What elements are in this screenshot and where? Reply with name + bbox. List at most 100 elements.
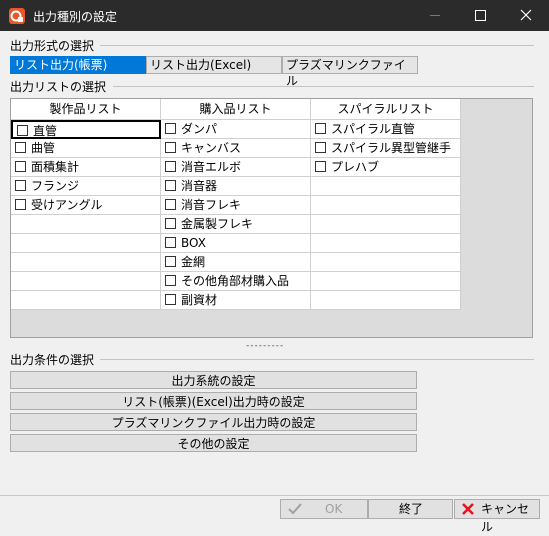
- empty-cell: [11, 215, 161, 234]
- list-item-label: スパイラル異型管継手: [331, 141, 452, 155]
- plasma-link-output-settings-button[interactable]: プラズマリンクファイル出力時の設定: [10, 413, 417, 431]
- list-item[interactable]: BOX: [161, 234, 311, 253]
- checkbox[interactable]: [165, 237, 176, 248]
- checkbox[interactable]: [165, 123, 176, 134]
- maximize-button[interactable]: [457, 0, 503, 31]
- close-button[interactable]: [503, 0, 549, 31]
- window-title: 出力種別の設定: [33, 10, 118, 24]
- checkbox[interactable]: [15, 161, 26, 172]
- empty-cell: [11, 253, 161, 272]
- tab-list-output-report[interactable]: リスト出力(帳票): [10, 56, 146, 74]
- tab-list-output-excel[interactable]: リスト出力(Excel): [146, 56, 282, 74]
- output-system-settings-button[interactable]: 出力系統の設定: [10, 371, 417, 389]
- list-item[interactable]: フランジ: [11, 177, 161, 196]
- tab-label: リスト出力(帳票): [14, 58, 108, 72]
- list-item[interactable]: ダンパ: [161, 120, 311, 139]
- column-header: 製作品リスト: [11, 99, 161, 120]
- checkbox[interactable]: [17, 125, 28, 136]
- checkbox[interactable]: [165, 218, 176, 229]
- empty-cell: [11, 272, 161, 291]
- list-item[interactable]: その他角部材購入品: [161, 272, 311, 291]
- empty-cell: [311, 177, 461, 196]
- button-label: その他の設定: [177, 437, 250, 451]
- list-item-label: BOX: [181, 236, 206, 250]
- empty-cell: [311, 215, 461, 234]
- other-settings-button[interactable]: その他の設定: [10, 434, 417, 452]
- minimize-button[interactable]: [412, 0, 458, 31]
- output-format-tabs: リスト出力(帳票) リスト出力(Excel) プラズマリンクファイル: [10, 56, 418, 88]
- checkbox[interactable]: [315, 142, 326, 153]
- column-header: スパイラルリスト: [311, 99, 461, 120]
- checkbox[interactable]: [165, 275, 176, 286]
- list-item[interactable]: 面積集計: [11, 158, 161, 177]
- checkbox[interactable]: [15, 180, 26, 191]
- list-item[interactable]: 受けアングル: [11, 196, 161, 215]
- empty-cell: [311, 291, 461, 310]
- list-item[interactable]: 直管: [11, 120, 161, 139]
- finish-label: 終了: [399, 502, 424, 516]
- list-item-label: スパイラル直管: [331, 122, 416, 136]
- checkbox[interactable]: [165, 180, 176, 191]
- empty-cell: [11, 291, 161, 310]
- list-item[interactable]: 金網: [161, 253, 311, 272]
- ok-label: OK: [325, 502, 343, 516]
- checkbox[interactable]: [15, 199, 26, 210]
- output-format-heading: 出力形式の選択: [10, 39, 95, 53]
- divider: [113, 86, 534, 87]
- list-item-label: ダンパ: [181, 122, 218, 136]
- empty-cell: [311, 234, 461, 253]
- list-item[interactable]: スパイラル直管: [311, 120, 461, 139]
- list-item[interactable]: プレハブ: [311, 158, 461, 177]
- list-item[interactable]: 曲管: [11, 139, 161, 158]
- tab-label: プラズマリンクファイル: [286, 58, 406, 88]
- list-item-label: 消音器: [181, 179, 218, 193]
- list-item[interactable]: 消音フレキ: [161, 196, 311, 215]
- list-item-label: 曲管: [31, 141, 56, 155]
- list-item[interactable]: 副資材: [161, 291, 311, 310]
- divider: [100, 45, 534, 46]
- checkbox[interactable]: [15, 142, 26, 153]
- cancel-button[interactable]: キャンセル: [454, 499, 540, 534]
- check-icon: [287, 502, 303, 521]
- checkbox[interactable]: [165, 142, 176, 153]
- empty-cell: [311, 253, 461, 272]
- button-label: リスト(帳票)(Excel)出力時の設定: [122, 395, 305, 409]
- checkbox[interactable]: [165, 161, 176, 172]
- list-item-label: キャンバス: [181, 141, 242, 155]
- empty-cell: [311, 272, 461, 291]
- output-conditions-heading: 出力条件の選択: [10, 353, 95, 367]
- list-item-label: 消音エルボ: [181, 160, 242, 174]
- cancel-label: キャンセル: [481, 502, 530, 534]
- button-label: 出力系統の設定: [171, 374, 256, 388]
- checkbox[interactable]: [315, 123, 326, 134]
- checkbox[interactable]: [165, 256, 176, 267]
- report-excel-output-settings-button[interactable]: リスト(帳票)(Excel)出力時の設定: [10, 392, 417, 410]
- checkbox[interactable]: [165, 294, 176, 305]
- tab-plasma-link-file[interactable]: プラズマリンクファイル: [282, 56, 418, 88]
- empty-cell: [11, 234, 161, 253]
- footer-divider: [0, 495, 549, 496]
- ok-button[interactable]: OK: [280, 499, 368, 519]
- list-item-label: 金属製フレキ: [181, 217, 254, 231]
- checkbox[interactable]: [315, 161, 326, 172]
- checkbox[interactable]: [165, 199, 176, 210]
- list-item[interactable]: 消音器: [161, 177, 311, 196]
- empty-cell: [311, 196, 461, 215]
- button-label: プラズマリンクファイル出力時の設定: [111, 416, 316, 430]
- list-item[interactable]: スパイラル異型管継手: [311, 139, 461, 158]
- list-item-label: その他角部材購入品: [181, 274, 290, 288]
- list-item-label: 金網: [181, 255, 206, 269]
- divider: [100, 359, 534, 360]
- splitter-handle[interactable]: ---------: [246, 341, 284, 351]
- list-item-label: 副資材: [181, 293, 218, 307]
- list-item[interactable]: 消音エルボ: [161, 158, 311, 177]
- finish-button[interactable]: 終了: [368, 499, 453, 519]
- app-icon: [9, 8, 25, 24]
- list-item-label: 受けアングル: [31, 198, 103, 212]
- output-list-heading: 出力リストの選択: [10, 80, 107, 94]
- list-item[interactable]: 金属製フレキ: [161, 215, 311, 234]
- list-item-label: プレハブ: [331, 160, 380, 174]
- list-item[interactable]: キャンバス: [161, 139, 311, 158]
- list-item-label: 面積集計: [31, 160, 80, 174]
- tab-label: リスト出力(Excel): [150, 58, 252, 72]
